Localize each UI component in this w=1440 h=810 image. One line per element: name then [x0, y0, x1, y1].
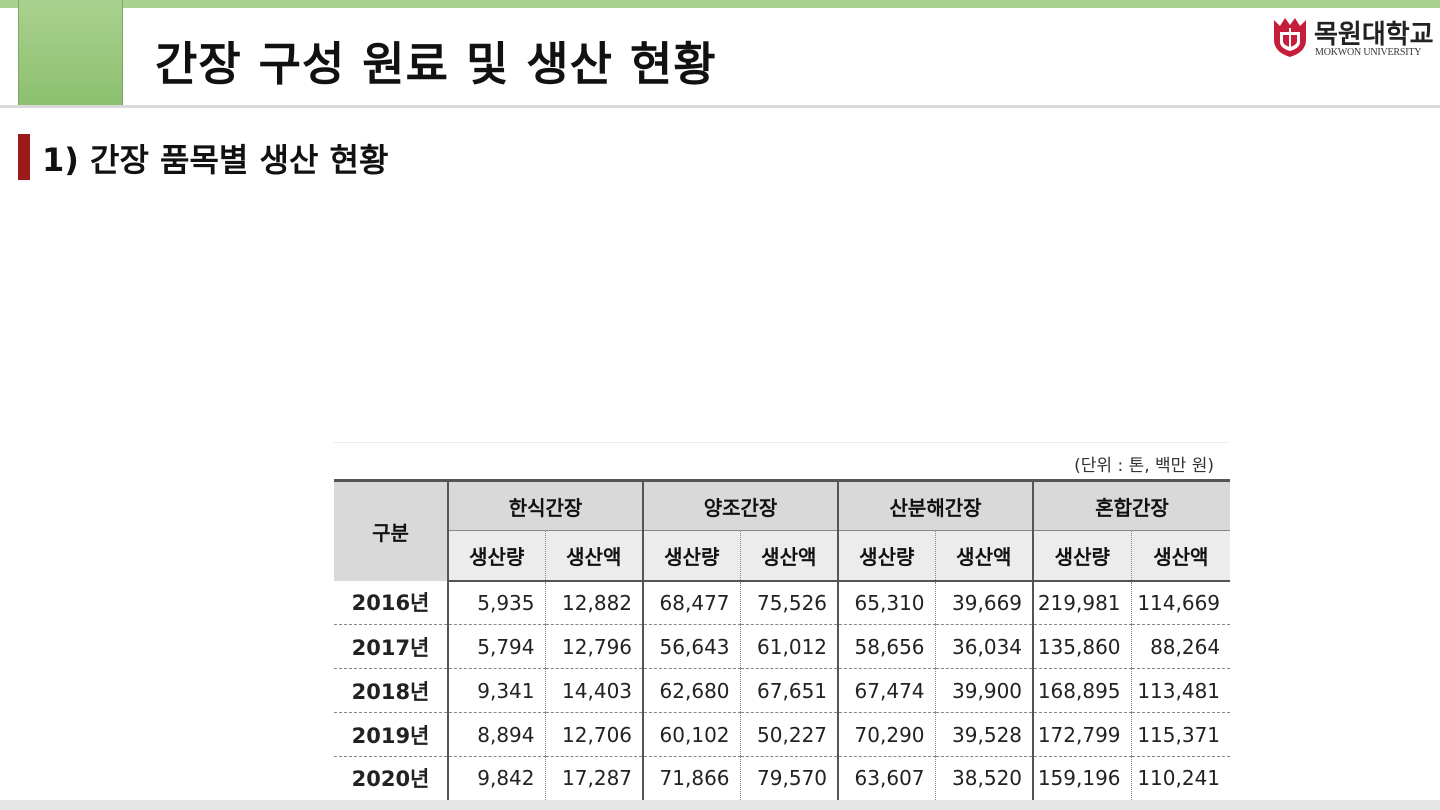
- data-cell: 50,227: [739, 712, 839, 757]
- section-subtitle: 1) 간장 품목별 생산 현황: [42, 141, 389, 179]
- data-cell: 39,900: [934, 668, 1034, 713]
- group-header: 산분해간장: [837, 480, 1034, 531]
- logo-name-english: MOKWON UNIVERSITY: [1315, 47, 1422, 58]
- group-header: 양조간장: [642, 480, 839, 531]
- header-divider: [0, 105, 1440, 108]
- data-cell: 219,981: [1032, 580, 1132, 625]
- slide-title: 간장 구성 원료 및 생산 현황: [155, 37, 717, 91]
- year-cell: 2019년: [334, 712, 448, 757]
- university-logo: 목원대학교 MOKWON UNIVERSITY: [1272, 14, 1438, 62]
- group-header: 혼합간장: [1032, 480, 1231, 531]
- data-cell: 115,371: [1130, 712, 1231, 757]
- data-cell: 17,287: [544, 756, 644, 801]
- table-row: 2019년 8,894 12,706 60,102 50,227 70,290 …: [334, 712, 1231, 757]
- table-row: 2017년 5,794 12,796 56,643 61,012 58,656 …: [334, 624, 1231, 669]
- data-cell: 88,264: [1130, 624, 1231, 669]
- data-cell: 110,241: [1130, 756, 1231, 801]
- data-cell: 79,570: [739, 756, 839, 801]
- top-accent-strip: [0, 0, 1440, 8]
- year-cell: 2020년: [334, 756, 448, 801]
- sub-header: 생산액: [934, 530, 1034, 582]
- data-cell: 5,935: [447, 580, 545, 625]
- corner-header: 구분: [334, 480, 448, 581]
- data-cell: 39,528: [934, 712, 1034, 757]
- data-cell: 67,474: [837, 668, 936, 713]
- data-cell: 63,607: [837, 756, 936, 801]
- data-cell: 60,102: [642, 712, 741, 757]
- data-cell: 39,669: [934, 580, 1034, 625]
- data-cell: 159,196: [1032, 756, 1132, 801]
- data-cell: 114,669: [1130, 580, 1231, 625]
- unit-note: (단위 : 톤, 백만 원): [1074, 456, 1214, 476]
- year-cell: 2016년: [351, 591, 430, 616]
- data-cell: 58,656: [837, 624, 936, 669]
- sub-header: 생산액: [1130, 530, 1231, 582]
- data-cell: 172,799: [1032, 712, 1132, 757]
- logo-name-korean: 목원대학교: [1314, 20, 1434, 50]
- data-cell: 5,794: [447, 624, 545, 669]
- data-cell: 113,481: [1130, 668, 1231, 713]
- data-cell: 75,526: [739, 580, 839, 625]
- data-cell: 56,643: [642, 624, 741, 669]
- production-table: 구분 한식간장 양조간장 산분해간장 혼합간장 생산량 생산액 생산량 생산액 …: [334, 479, 1231, 802]
- table-row: 2016년 5,935 12,882 68,477 75,526 65,310 …: [334, 580, 1231, 625]
- year-cell: 2018년: [334, 668, 448, 713]
- data-cell: 9,341: [447, 668, 545, 713]
- data-cell: 67,651: [739, 668, 839, 713]
- data-cell: 14,403: [544, 668, 644, 713]
- data-cell: 8,894: [447, 712, 545, 757]
- data-cell: 12,796: [544, 624, 644, 669]
- production-table-image: (단위 : 톤, 백만 원) 구분 한식간장 양조간장 산분해간장 혼합간장 생…: [333, 442, 1231, 802]
- sub-header: 생산량: [447, 530, 545, 582]
- data-cell: 9,842: [447, 756, 545, 801]
- university-emblem-icon: [1274, 18, 1306, 57]
- table-row: 2018년 9,341 14,403 62,680 67,651 67,474 …: [334, 668, 1231, 713]
- table-row: 2020년 9,842 17,287 71,866 79,570 63,607 …: [334, 756, 1231, 801]
- data-cell: 12,882: [544, 580, 644, 625]
- data-cell: 36,034: [934, 624, 1034, 669]
- subtitle-marker: [18, 134, 30, 180]
- data-cell: 71,866: [642, 756, 741, 801]
- footer-band: [0, 800, 1440, 810]
- data-cell: 68,477: [642, 580, 741, 625]
- data-cell: 65,310: [837, 580, 936, 625]
- sub-header: 생산액: [739, 530, 839, 582]
- sub-header: 생산량: [642, 530, 741, 582]
- sub-header: 생산량: [1032, 530, 1132, 582]
- data-cell: 168,895: [1032, 668, 1132, 713]
- data-cell: 135,860: [1032, 624, 1132, 669]
- group-header: 한식간장: [446, 480, 644, 531]
- data-cell: 62,680: [642, 668, 741, 713]
- year-cell: 2017년: [334, 624, 448, 669]
- sub-header: 생산액: [544, 530, 644, 582]
- data-cell: 61,012: [739, 624, 839, 669]
- data-cell: 70,290: [837, 712, 936, 757]
- data-cell: 12,706: [544, 712, 644, 757]
- header-green-block: [18, 0, 123, 106]
- data-cell: 38,520: [934, 756, 1034, 801]
- sub-header: 생산량: [837, 530, 936, 582]
